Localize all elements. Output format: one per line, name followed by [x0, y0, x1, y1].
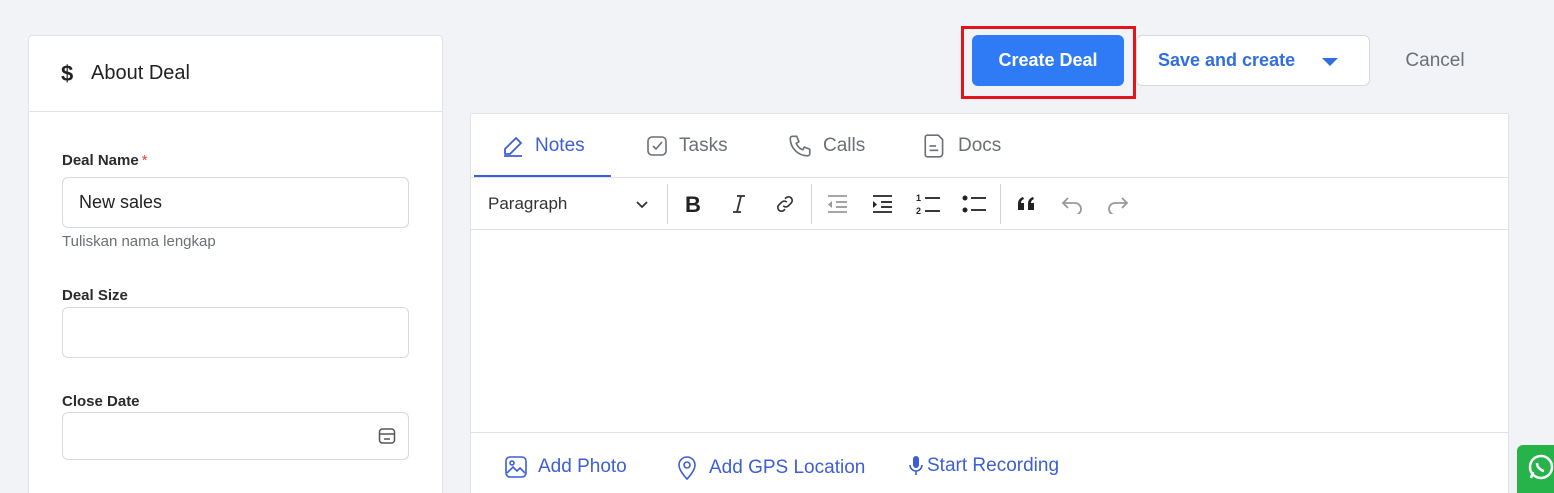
link-icon — [776, 195, 794, 213]
indent-button[interactable] — [867, 190, 897, 218]
bold-icon: B — [685, 193, 701, 215]
note-content-area[interactable] — [471, 230, 1508, 432]
toolbar-divider — [1000, 184, 1001, 224]
save-and-create-label: Save and create — [1158, 50, 1296, 70]
activity-tabs: Notes Tasks Calls Docs — [471, 114, 1508, 178]
note-footer-actions: Add Photo Add GPS Location Start Recordi… — [471, 432, 1508, 493]
tab-calls[interactable]: Calls — [787, 114, 865, 177]
about-deal-header: $ About Deal — [29, 36, 442, 112]
outdent-button[interactable] — [822, 190, 852, 218]
start-recording-button[interactable]: Start Recording — [909, 455, 1059, 477]
blockquote-button[interactable] — [1012, 190, 1042, 218]
whatsapp-chat-button[interactable] — [1517, 445, 1554, 493]
deal-name-hint: Tuliskan nama lengkap — [62, 233, 216, 250]
create-deal-button[interactable]: Create Deal — [972, 35, 1124, 86]
numbered-list-icon: 12 — [916, 193, 940, 216]
tab-tasks[interactable]: Tasks — [645, 114, 728, 177]
required-mark: * — [141, 152, 148, 169]
deal-name-value: New sales — [79, 192, 163, 212]
outdent-icon — [828, 195, 847, 213]
cancel-button[interactable]: Cancel — [1385, 35, 1485, 86]
document-icon — [924, 133, 944, 158]
svg-text:2: 2 — [916, 206, 921, 216]
whatsapp-icon — [1528, 454, 1554, 480]
chevron-down-icon — [636, 201, 648, 209]
deal-name-input[interactable]: New sales — [62, 177, 409, 228]
checkbox-icon — [647, 135, 667, 156]
italic-icon — [733, 195, 745, 213]
dollar-icon: $ — [61, 60, 74, 86]
location-pin-icon — [678, 456, 696, 481]
italic-button[interactable] — [724, 190, 754, 218]
deal-size-input[interactable] — [62, 307, 409, 358]
bold-button[interactable]: B — [678, 190, 708, 218]
close-date-label: Close Date — [62, 393, 140, 410]
active-tab-indicator — [474, 175, 611, 177]
bullet-list-icon — [962, 195, 986, 213]
redo-icon — [1108, 197, 1129, 214]
svg-text:B: B — [685, 193, 701, 215]
add-gps-location-button[interactable]: Add GPS Location — [675, 455, 865, 481]
close-date-input[interactable] — [62, 412, 409, 460]
phone-icon — [789, 134, 811, 157]
toolbar-divider — [811, 184, 812, 224]
deal-size-label: Deal Size — [62, 287, 128, 304]
about-deal-panel: $ About Deal Deal Name * New sales Tulisk… — [28, 35, 443, 493]
block-format-select[interactable]: Paragraph — [488, 190, 658, 218]
tab-notes[interactable]: Notes — [501, 114, 585, 177]
tab-docs[interactable]: Docs — [922, 114, 1001, 177]
undo-button[interactable] — [1057, 190, 1087, 218]
microphone-icon — [909, 456, 923, 475]
svg-text:1: 1 — [916, 193, 921, 203]
redo-button[interactable] — [1103, 190, 1133, 218]
link-button[interactable] — [770, 190, 800, 218]
pencil-icon — [504, 136, 522, 157]
quote-icon — [1018, 197, 1034, 210]
save-and-create-button[interactable]: Save and create — [1136, 35, 1370, 86]
panel-title: About Deal — [91, 62, 190, 84]
numbered-list-button[interactable]: 12 — [913, 190, 943, 218]
activity-editor: Notes Tasks Calls Docs Paragraph B 1 2 A… — [470, 113, 1509, 493]
undo-icon — [1061, 197, 1082, 214]
caret-down-icon[interactable] — [1322, 58, 1338, 66]
deal-name-label: Deal Name * — [62, 152, 148, 169]
image-icon — [505, 456, 527, 478]
add-photo-button[interactable]: Add Photo — [504, 455, 627, 479]
editor-toolbar: Paragraph B 12 — [471, 178, 1508, 230]
calendar-icon[interactable] — [378, 427, 396, 450]
bullet-list-button[interactable] — [959, 190, 989, 218]
indent-icon — [873, 195, 892, 213]
toolbar-divider — [667, 184, 668, 224]
